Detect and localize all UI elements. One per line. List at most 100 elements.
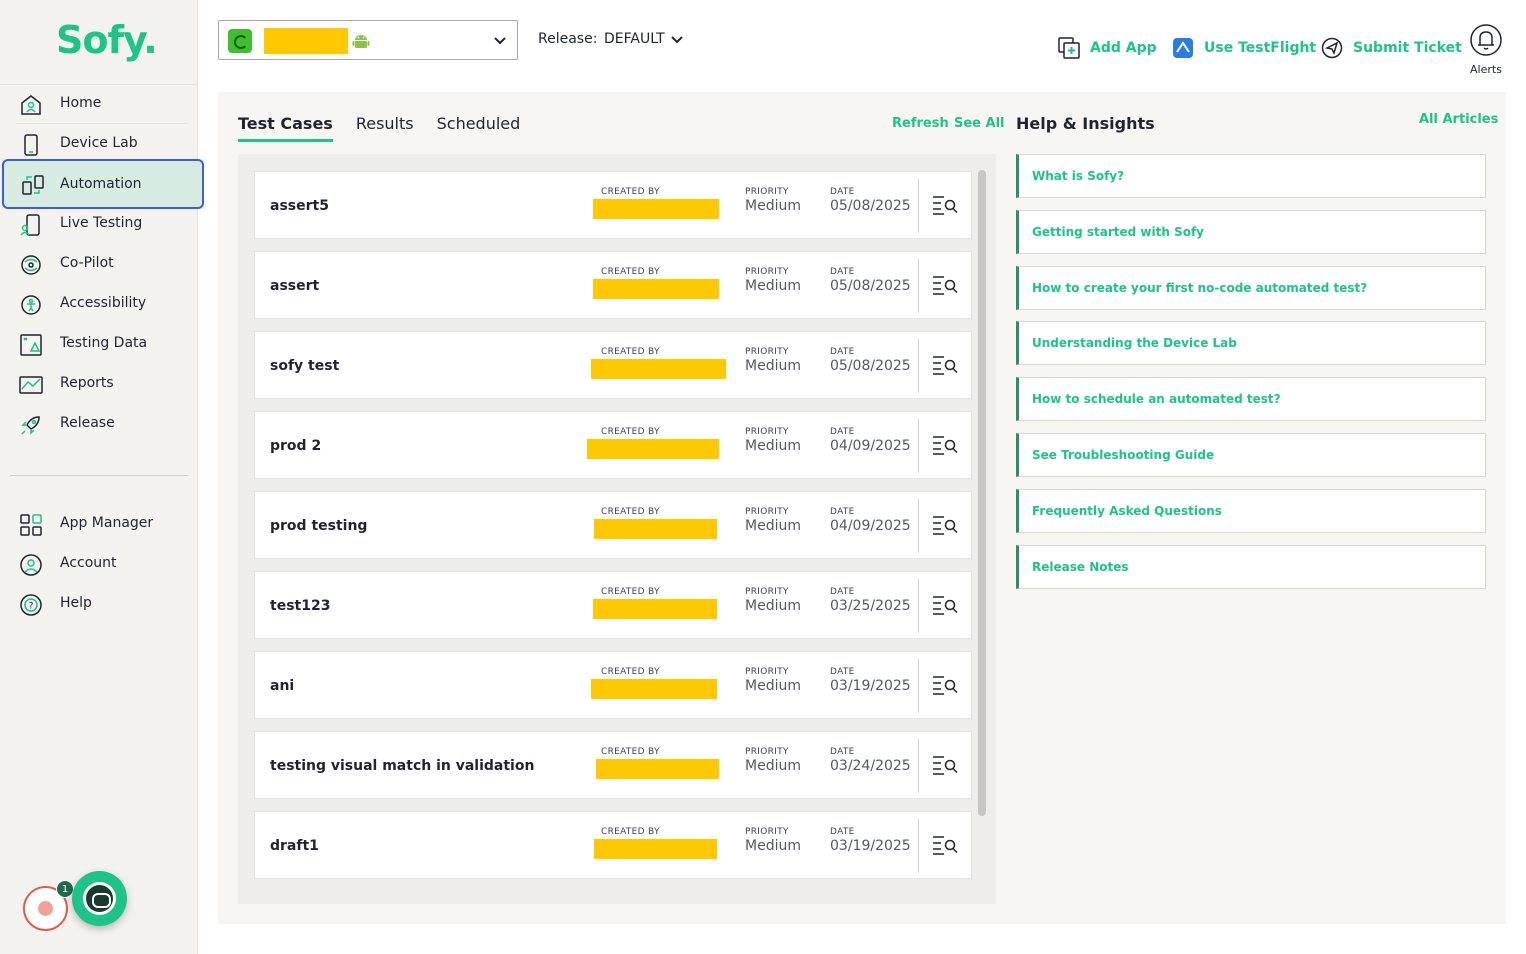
test-case-row[interactable]: assert5 CREATED BY PRIORITY Medium DATE … bbox=[254, 171, 972, 239]
chevron-down-icon bbox=[494, 37, 506, 45]
sidebar-item-automation[interactable]: Automation bbox=[2, 159, 204, 209]
view-details-icon[interactable] bbox=[932, 354, 958, 376]
date-label: DATE bbox=[830, 747, 855, 757]
add-app-icon bbox=[1058, 37, 1080, 59]
sidebar-item-co-pilot[interactable]: Co-Pilot bbox=[0, 244, 198, 284]
date-label: DATE bbox=[830, 267, 855, 277]
test-case-row[interactable]: testing visual match in validation CREAT… bbox=[254, 731, 972, 799]
test-case-row[interactable]: sofy test CREATED BY PRIORITY Medium DAT… bbox=[254, 331, 972, 399]
view-details-icon[interactable] bbox=[932, 194, 958, 216]
help-article-link[interactable]: Understanding the Device Lab bbox=[1016, 321, 1486, 365]
test-case-row[interactable]: draft1 CREATED BY PRIORITY Medium DATE 0… bbox=[254, 811, 972, 879]
sidebar-item-device-lab[interactable]: Device Lab bbox=[0, 124, 198, 164]
created-by-label: CREATED BY bbox=[601, 827, 660, 837]
sofy-logo[interactable]: Sofy. bbox=[56, 18, 158, 62]
app-selector[interactable] bbox=[218, 20, 518, 60]
test-case-name: test123 bbox=[270, 598, 331, 614]
test-case-row[interactable]: assert CREATED BY PRIORITY Medium DATE 0… bbox=[254, 251, 972, 319]
tab-results[interactable]: Results bbox=[356, 114, 414, 142]
sidebar-item-reports[interactable]: Reports bbox=[0, 364, 198, 404]
chat-button[interactable] bbox=[72, 871, 127, 926]
priority-value: Medium bbox=[745, 758, 801, 774]
priority-label: PRIORITY bbox=[745, 667, 789, 677]
created-by-redacted bbox=[594, 519, 717, 539]
sidebar-item-app-manager[interactable]: App Manager bbox=[0, 504, 198, 544]
sidebar-item-accessibility[interactable]: Accessibility bbox=[0, 284, 198, 324]
divider bbox=[10, 475, 188, 476]
see-all-link[interactable]: See All bbox=[954, 116, 1005, 131]
test-case-name: assert bbox=[270, 278, 320, 294]
tab-test-cases[interactable]: Test Cases bbox=[238, 114, 333, 142]
priority-label: PRIORITY bbox=[745, 747, 789, 757]
home-icon bbox=[21, 95, 41, 115]
test-case-row[interactable]: ani CREATED BY PRIORITY Medium DATE 03/1… bbox=[254, 651, 972, 719]
alerts-label: Alerts bbox=[1470, 63, 1502, 76]
refresh-link[interactable]: Refresh bbox=[892, 116, 949, 131]
view-details-icon[interactable] bbox=[932, 674, 958, 696]
date-value: 05/08/2025 bbox=[830, 358, 911, 374]
article-title: Frequently Asked Questions bbox=[1032, 504, 1222, 518]
tab-scheduled[interactable]: Scheduled bbox=[437, 114, 521, 142]
view-details-icon[interactable] bbox=[932, 754, 958, 776]
add-app-label: Add App bbox=[1090, 40, 1157, 56]
created-by-label: CREATED BY bbox=[601, 667, 660, 677]
chevron-down-icon[interactable] bbox=[670, 33, 684, 47]
view-details-icon[interactable] bbox=[932, 514, 958, 536]
sidebar-item-account[interactable]: Account bbox=[0, 544, 198, 584]
test-case-name: prod testing bbox=[270, 518, 368, 534]
help-article-link[interactable]: How to create your first no-code automat… bbox=[1016, 266, 1486, 310]
alerts-button[interactable]: Alerts bbox=[1469, 24, 1503, 76]
sidebar-item-label: Accessibility bbox=[60, 295, 147, 311]
view-details-icon[interactable] bbox=[932, 834, 958, 856]
priority-label: PRIORITY bbox=[745, 347, 789, 357]
live-testing-icon bbox=[20, 214, 40, 236]
test-case-name: testing visual match in validation bbox=[270, 758, 535, 774]
test-case-row[interactable]: prod testing CREATED BY PRIORITY Medium … bbox=[254, 491, 972, 559]
date-value: 03/25/2025 bbox=[830, 598, 911, 614]
test-case-row[interactable]: test123 CREATED BY PRIORITY Medium DATE … bbox=[254, 571, 972, 639]
article-title: How to schedule an automated test? bbox=[1032, 392, 1281, 406]
sidebar-item-label: Testing Data bbox=[60, 335, 148, 351]
all-articles-link[interactable]: All Articles bbox=[1419, 112, 1498, 127]
divider bbox=[918, 259, 919, 313]
sidebar-item-help[interactable]: ? Help bbox=[0, 584, 198, 624]
use-testflight-button[interactable]: Use TestFlight bbox=[1172, 36, 1316, 60]
view-details-icon[interactable] bbox=[932, 594, 958, 616]
scrollbar[interactable] bbox=[978, 170, 986, 816]
help-article-link[interactable]: See Troubleshooting Guide bbox=[1016, 433, 1486, 477]
help-article-link[interactable]: Release Notes bbox=[1016, 545, 1486, 589]
copilot-icon bbox=[21, 255, 41, 275]
app-icon bbox=[228, 29, 252, 53]
svg-text:?: ? bbox=[29, 602, 34, 612]
help-article-link[interactable]: Frequently Asked Questions bbox=[1016, 489, 1486, 533]
add-app-button[interactable]: Add App bbox=[1058, 36, 1157, 60]
created-by-redacted bbox=[591, 679, 717, 699]
created-by-redacted bbox=[587, 439, 719, 459]
date-label: DATE bbox=[830, 347, 855, 357]
sidebar-item-release[interactable]: Release bbox=[0, 404, 198, 444]
help-article-link[interactable]: What is Sofy? bbox=[1016, 154, 1486, 198]
sidebar-item-label: Automation bbox=[60, 176, 142, 192]
date-value: 03/19/2025 bbox=[830, 838, 911, 854]
release-dropdown[interactable]: DEFAULT bbox=[604, 31, 665, 47]
sidebar: Sofy. Home Device Lab Automation Live Te… bbox=[0, 0, 204, 954]
help-article-link[interactable]: Getting started with Sofy bbox=[1016, 210, 1486, 254]
testing-data-icon bbox=[20, 334, 42, 356]
sidebar-item-label: Co-Pilot bbox=[60, 255, 114, 271]
device-icon bbox=[24, 134, 38, 156]
help-article-link[interactable]: How to schedule an automated test? bbox=[1016, 377, 1486, 421]
sidebar-item-home[interactable]: Home bbox=[0, 84, 198, 124]
test-case-name: assert5 bbox=[270, 198, 329, 214]
chat-icon bbox=[83, 882, 116, 915]
test-case-row[interactable]: prod 2 CREATED BY PRIORITY Medium DATE 0… bbox=[254, 411, 972, 479]
divider bbox=[918, 739, 919, 793]
tabs: Test Cases Results Scheduled bbox=[238, 114, 543, 142]
priority-label: PRIORITY bbox=[745, 827, 789, 837]
view-details-icon[interactable] bbox=[932, 274, 958, 296]
date-label: DATE bbox=[830, 667, 855, 677]
date-label: DATE bbox=[830, 587, 855, 597]
sidebar-item-testing-data[interactable]: Testing Data bbox=[0, 324, 198, 364]
view-details-icon[interactable] bbox=[932, 434, 958, 456]
sidebar-item-live-testing[interactable]: Live Testing bbox=[0, 204, 198, 244]
submit-ticket-button[interactable]: Submit Ticket bbox=[1321, 36, 1462, 60]
